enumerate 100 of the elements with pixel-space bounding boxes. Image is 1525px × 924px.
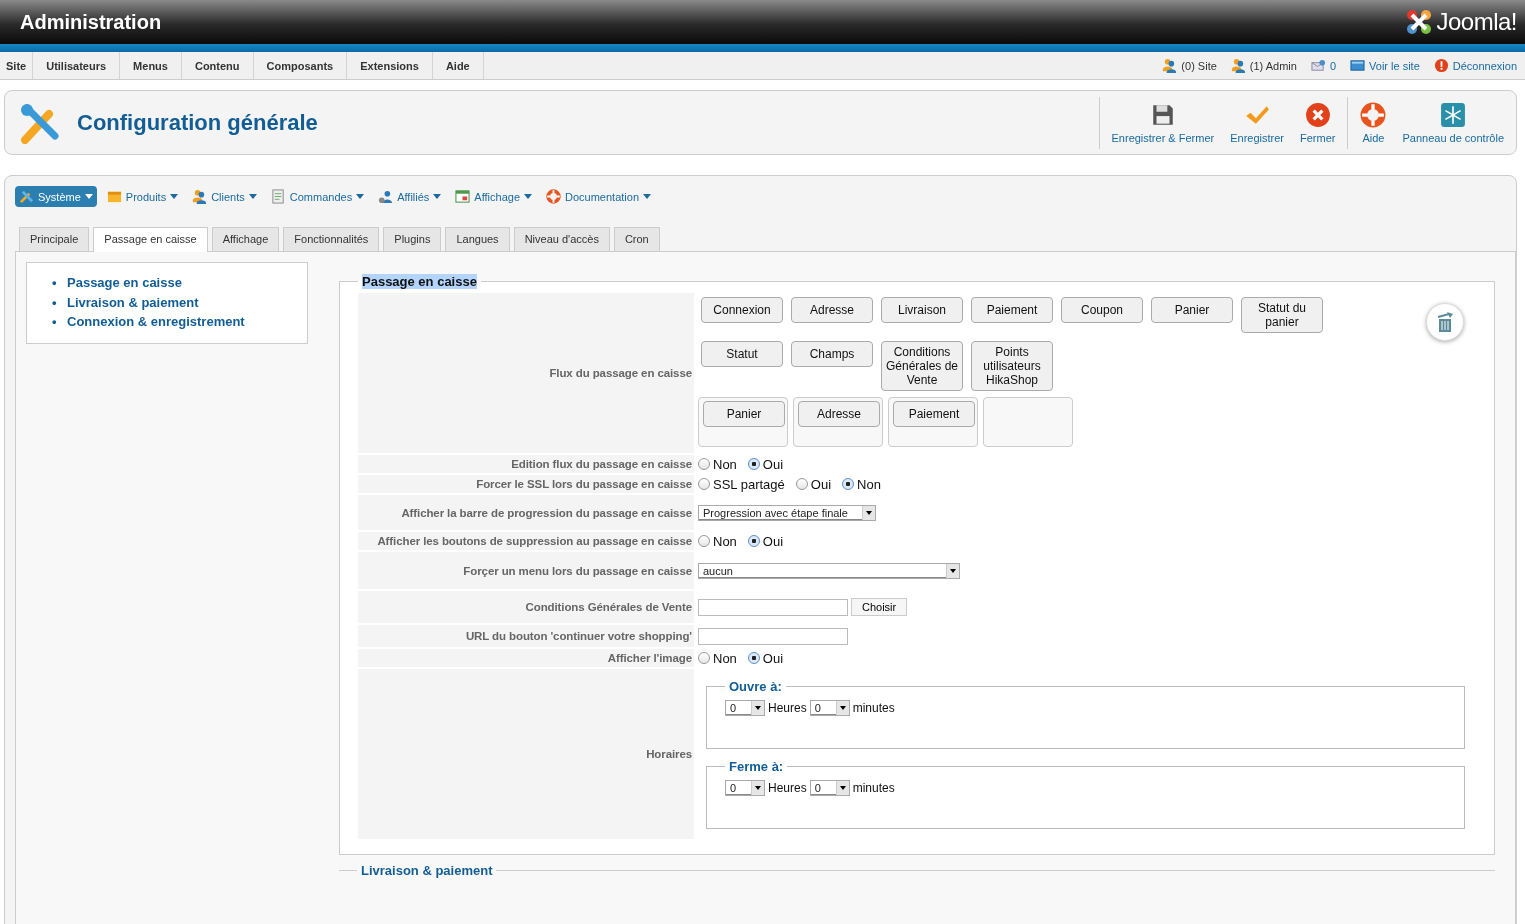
dropdown[interactable]: 0	[725, 780, 765, 796]
toolbar-button[interactable]: Enregistrer & Fermer	[1103, 101, 1223, 144]
radio-label: SSL partagé	[713, 476, 785, 492]
toolbar-button[interactable]: Panneau de contrôle	[1394, 101, 1512, 144]
field-label: URL du bouton 'continuer votre shopping'	[465, 630, 692, 642]
dropdown[interactable]: 0	[725, 700, 765, 716]
step-button[interactable]: Panier	[1151, 297, 1233, 323]
caret-icon	[835, 701, 849, 715]
radio-button[interactable]	[698, 478, 710, 490]
component-menu-item[interactable]: Documentation	[542, 186, 655, 207]
step-button[interactable]: Livraison	[881, 297, 963, 323]
step-button[interactable]: Champs	[791, 341, 873, 367]
caret-icon	[835, 781, 849, 795]
step-button[interactable]: Statut du panier	[1241, 297, 1323, 333]
radio-button[interactable]	[747, 652, 760, 664]
step-button[interactable]: Paiement	[893, 401, 975, 427]
step-button[interactable]: Panier	[703, 401, 785, 427]
dropdown[interactable]: Progression avec étape finale	[698, 504, 876, 521]
tab[interactable]: Cron	[613, 227, 660, 251]
step-button[interactable]: Conditions Générales de Vente	[881, 341, 963, 391]
dropdown[interactable]: 0	[809, 780, 850, 796]
field-label: Afficher les boutons de suppression au passage en caisse	[377, 535, 692, 547]
step-button[interactable]: Coupon	[1061, 297, 1143, 323]
tab[interactable]: Affichage	[211, 227, 280, 251]
field-label: Afficher l'image	[607, 652, 692, 664]
users-icon	[192, 189, 208, 204]
menu-item[interactable]: Composants	[253, 52, 348, 79]
component-menu-item[interactable]: Affichage	[451, 186, 536, 207]
radio-button[interactable]	[747, 458, 760, 470]
caret-icon	[751, 781, 764, 795]
caret-icon	[524, 194, 532, 199]
menu-item[interactable]: Extensions	[347, 52, 433, 79]
sidebar-link[interactable]: Livraison & paiement	[67, 294, 199, 310]
field-label: Horaires	[646, 748, 692, 760]
toolbar-button[interactable]: Aide	[1352, 101, 1395, 144]
tab[interactable]: Plugins	[383, 227, 442, 251]
text-field[interactable]	[698, 627, 848, 645]
status-link[interactable]: Déconnexion	[1452, 59, 1517, 72]
tab[interactable]: Niveau d'accès	[513, 227, 610, 251]
radio-button[interactable]	[698, 458, 710, 470]
trash-icon	[1435, 311, 1455, 333]
close-icon	[1304, 101, 1331, 128]
caret-icon	[946, 563, 959, 578]
component-menu-item[interactable]: Affiliés	[374, 186, 446, 207]
status-link[interactable]: Voir le site	[1369, 59, 1420, 72]
bullet: •	[52, 274, 58, 292]
radio-button[interactable]	[795, 478, 808, 490]
toolbar-button[interactable]: Enregistrer	[1222, 101, 1292, 144]
step-button[interactable]: Adresse	[791, 297, 873, 323]
component-menu-item[interactable]: Commandes	[266, 186, 369, 207]
step-button[interactable]: Adresse	[798, 401, 880, 427]
tab[interactable]: Principale	[19, 227, 90, 251]
field-label: Afficher la barre de progression du passage en caisse	[401, 506, 692, 519]
status-link[interactable]: 0	[1329, 59, 1337, 72]
step-button[interactable]: Statut	[701, 341, 783, 367]
sidebar-link[interactable]: Connexion & enregistrement	[67, 314, 245, 329]
status-text: (1) Admin	[1249, 59, 1297, 72]
radio-button[interactable]	[698, 535, 710, 547]
unit-label: minutes	[852, 701, 895, 715]
page-title: Configuration générale	[77, 109, 318, 136]
radio-button[interactable]	[747, 535, 760, 547]
menu-item[interactable]: Menus	[120, 52, 182, 79]
component-menu-item[interactable]: Système	[15, 186, 97, 207]
tab[interactable]: Passage en caisse	[93, 227, 208, 252]
text-field[interactable]	[698, 598, 848, 616]
radio-button[interactable]	[698, 652, 710, 664]
radio-button[interactable]	[842, 478, 855, 490]
caret-icon	[248, 194, 257, 199]
step-button[interactable]: Connexion	[701, 297, 783, 323]
radio-label: Oui	[762, 456, 784, 472]
toolbar-button[interactable]: Fermer	[1292, 101, 1344, 144]
users-icon	[378, 189, 394, 204]
unit-label: minutes	[852, 781, 895, 795]
field-label: Edition flux du passage en caisse	[511, 458, 692, 470]
choose-button[interactable]: Choisir	[851, 598, 908, 616]
tab[interactable]: Langues	[445, 227, 510, 251]
window-icon	[455, 189, 471, 204]
alert-icon	[1433, 58, 1449, 73]
radio-label: Oui	[810, 476, 832, 492]
sidebar-link[interactable]: Passage en caisse	[67, 275, 182, 290]
monitor-icon	[1350, 58, 1366, 73]
menu-item[interactable]: Aide	[432, 52, 484, 79]
component-menu-item[interactable]: Clients	[188, 186, 261, 207]
field-label: Flux du passage en caisse	[549, 367, 692, 379]
radio-label: Non	[713, 650, 737, 666]
dropdown[interactable]: 0	[809, 700, 850, 716]
tab[interactable]: Fonctionnalités	[283, 227, 380, 251]
dropdown[interactable]: aucun	[698, 562, 960, 579]
component-menu-item[interactable]: Produits	[102, 186, 183, 207]
menu-item[interactable]: Contenu	[181, 52, 254, 79]
caret-icon	[170, 194, 179, 199]
logo-text: Joomla!	[1436, 8, 1517, 36]
tools-icon	[19, 189, 34, 204]
caret-icon	[751, 701, 764, 715]
step-button[interactable]: Points utilisateurs HikaShop	[971, 341, 1053, 391]
trash-button[interactable]	[1426, 303, 1464, 341]
unit-label: Heures	[768, 781, 807, 795]
menu-item[interactable]: Site	[0, 52, 34, 79]
step-button[interactable]: Paiement	[971, 297, 1053, 323]
menu-item[interactable]: Utilisateurs	[33, 52, 121, 79]
